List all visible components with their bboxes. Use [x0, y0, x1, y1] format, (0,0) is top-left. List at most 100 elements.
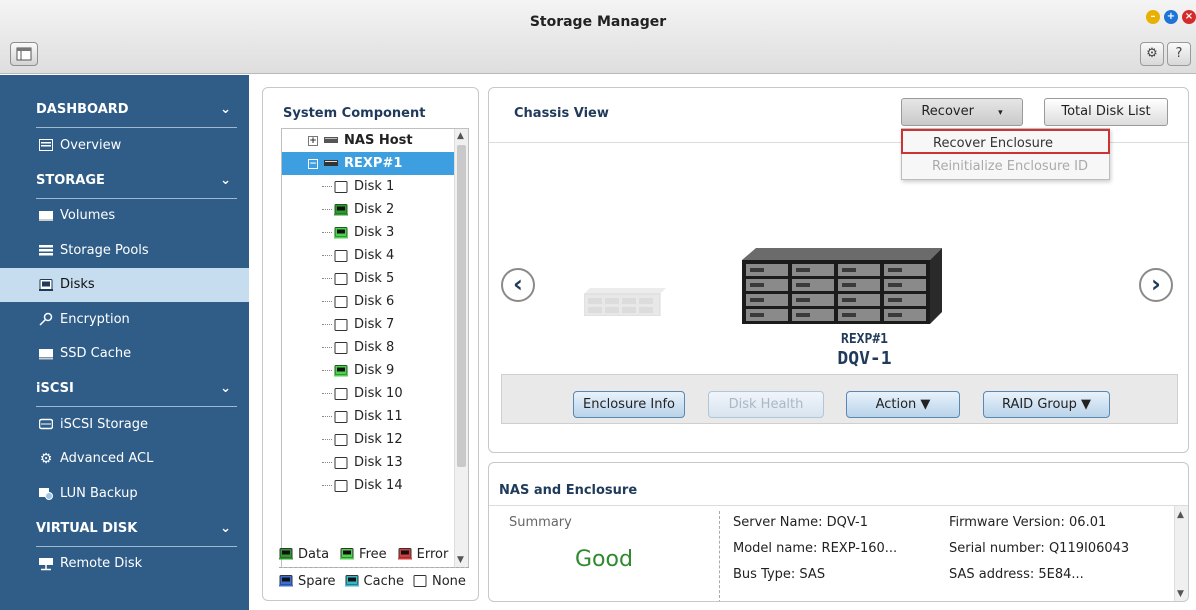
disk-list: Disk 1 Disk 2 Disk 3 Disk 4 Disk 5 Disk 6 Disk…: [282, 175, 468, 497]
tree-node-disk[interactable]: Disk 3: [282, 221, 468, 244]
disk-icon: [38, 278, 54, 292]
legend-label: Data: [298, 546, 330, 562]
tree-node-enclosure[interactable]: − REXP#1: [282, 152, 468, 175]
window-title: Storage Manager: [529, 14, 667, 30]
tree-node-disk[interactable]: Disk 2: [282, 198, 468, 221]
serial-number-field: Serial number: Q119I06043: [949, 541, 1130, 556]
empty-disk-icon: [334, 272, 348, 285]
disk-legend: Data Free Error Spare Cache None: [279, 543, 469, 592]
sidebar-section-virtual-disk[interactable]: VIRTUAL DISK ⌄: [0, 511, 249, 546]
tree-connector: [322, 186, 332, 187]
sidebar-item-ssd-cache[interactable]: SSD Cache: [0, 337, 249, 372]
sidebar-section-dashboard[interactable]: DASHBOARD ⌄: [0, 92, 249, 127]
cache-disk-icon: [344, 575, 359, 587]
collapse-icon[interactable]: −: [308, 158, 318, 169]
tree-node-disk[interactable]: Disk 12: [282, 428, 468, 451]
lun-backup-icon: [38, 486, 54, 501]
component-tree[interactable]: + NAS Host − REXP#1 Disk 1 Disk 2 Disk 3 Di…: [281, 128, 469, 568]
empty-disk-icon: [334, 456, 348, 469]
tree-connector: [322, 209, 332, 210]
nas-host-thumbnail[interactable]: [584, 288, 666, 316]
settings-button[interactable]: ⚙: [1140, 42, 1164, 66]
data-disk-icon: [334, 203, 348, 216]
sidebar-item-lun-backup[interactable]: LUN Backup: [0, 476, 249, 511]
scroll-up-icon[interactable]: ▲: [1177, 510, 1184, 520]
next-enclosure-button[interactable]: ›: [1139, 268, 1173, 302]
close-icon[interactable]: ×: [1182, 10, 1196, 24]
sidebar-item-storage-pools[interactable]: Storage Pools: [0, 233, 249, 268]
empty-disk-icon: [334, 249, 348, 262]
tree-node-disk[interactable]: Disk 11: [282, 405, 468, 428]
nas-host-icon: [324, 135, 338, 147]
expand-icon[interactable]: +: [308, 135, 318, 146]
tree-node-label: NAS Host: [344, 133, 413, 148]
legend-label: Free: [359, 546, 387, 562]
sidebar-item-label: Volumes: [60, 208, 116, 224]
tree-node-disk[interactable]: Disk 10: [282, 382, 468, 405]
tree-node-disk[interactable]: Disk 1: [282, 175, 468, 198]
sidebar-item-label: LUN Backup: [60, 485, 138, 501]
iscsi-icon: [38, 417, 54, 431]
tree-connector: [322, 324, 332, 325]
panel-scrollbar[interactable]: ▲ ▼: [1174, 506, 1188, 601]
sidebar-item-iscsi-storage[interactable]: iSCSI Storage: [0, 407, 249, 442]
legend-label: None: [431, 573, 466, 589]
model-name-field: Model name: REXP-160...: [733, 541, 898, 556]
sidebar-item-label: Remote Disk: [60, 556, 143, 572]
tree-node-disk[interactable]: Disk 4: [282, 244, 468, 267]
minimize-icon[interactable]: –: [1146, 10, 1160, 24]
spare-disk-icon: [279, 575, 293, 587]
data-disk-icon: [279, 548, 293, 560]
overview-icon: [38, 138, 54, 152]
tree-scrollbar[interactable]: ▲ ▼: [454, 129, 468, 567]
enclosure-name: REXP#1: [841, 332, 888, 347]
sidebar-item-overview[interactable]: Overview: [0, 128, 249, 163]
legend-row: Data Free Error: [279, 543, 469, 565]
help-button[interactable]: ?: [1167, 42, 1191, 66]
sidebar-item-label: Disks: [60, 277, 95, 293]
empty-disk-icon: [334, 180, 348, 193]
sidebar-section-iscsi[interactable]: iSCSI ⌄: [0, 371, 249, 406]
empty-disk-icon: [334, 318, 348, 331]
free-disk-icon: [334, 226, 348, 239]
tree-node-disk[interactable]: Disk 7: [282, 313, 468, 336]
sidebar-item-remote-disk[interactable]: Remote Disk: [0, 547, 249, 582]
scroll-thumb[interactable]: [457, 145, 466, 467]
tree-node-disk[interactable]: Disk 13: [282, 451, 468, 474]
sidebar-item-disks[interactable]: Disks: [0, 267, 249, 302]
tree-node-disk[interactable]: Disk 8: [282, 336, 468, 359]
maximize-icon[interactable]: +: [1164, 10, 1178, 24]
sidebar-item-label: Advanced ACL: [60, 451, 154, 467]
recover-dropdown-menu: Recover Enclosure Reinitialize Enclosure…: [901, 128, 1110, 180]
tree-node-disk[interactable]: Disk 9: [282, 359, 468, 382]
action-button[interactable]: Action ▼: [846, 391, 960, 418]
menu-item-recover-enclosure[interactable]: Recover Enclosure: [901, 129, 1110, 154]
enclosure-info-button[interactable]: Enclosure Info: [573, 391, 685, 418]
previous-enclosure-button[interactable]: ‹: [501, 268, 535, 302]
tree-node-disk[interactable]: Disk 14: [282, 474, 468, 497]
scroll-down-icon[interactable]: ▼: [1177, 589, 1184, 599]
tree-node-label: Disk 5: [354, 271, 395, 286]
sidebar-item-volumes[interactable]: Volumes: [0, 199, 249, 234]
system-component-panel: System Component + NAS Host − REXP#1 Dis…: [262, 87, 479, 601]
error-disk-icon: [397, 548, 412, 560]
enclosure-image[interactable]: [742, 248, 942, 326]
tree-node-label: Disk 4: [354, 248, 395, 263]
menu-toggle-button[interactable]: [10, 42, 38, 66]
none-disk-icon: [413, 575, 427, 587]
recover-dropdown-button[interactable]: Recover ▾: [901, 98, 1023, 126]
scroll-up-icon[interactable]: ▲: [457, 131, 464, 141]
sidebar-item-encryption[interactable]: Encryption: [0, 302, 249, 337]
tree-node-nas-host[interactable]: + NAS Host: [282, 129, 468, 152]
firmware-version-field: Firmware Version: 06.01: [949, 515, 1107, 530]
total-disk-list-button[interactable]: Total Disk List: [1044, 98, 1168, 126]
dropdown-arrow-icon: ▾: [998, 108, 1003, 118]
title-bar: Storage Manager – + × ⚙ ?: [0, 0, 1196, 74]
panel-title: NAS and Enclosure: [499, 483, 638, 498]
tree-node-disk[interactable]: Disk 5: [282, 267, 468, 290]
legend-row: Spare Cache None: [279, 570, 469, 592]
tree-node-disk[interactable]: Disk 6: [282, 290, 468, 313]
sidebar-item-advanced-acl[interactable]: ⚙ Advanced ACL: [0, 442, 249, 477]
sidebar-section-storage[interactable]: STORAGE ⌄: [0, 163, 249, 198]
raid-group-button[interactable]: RAID Group ▼: [983, 391, 1110, 418]
